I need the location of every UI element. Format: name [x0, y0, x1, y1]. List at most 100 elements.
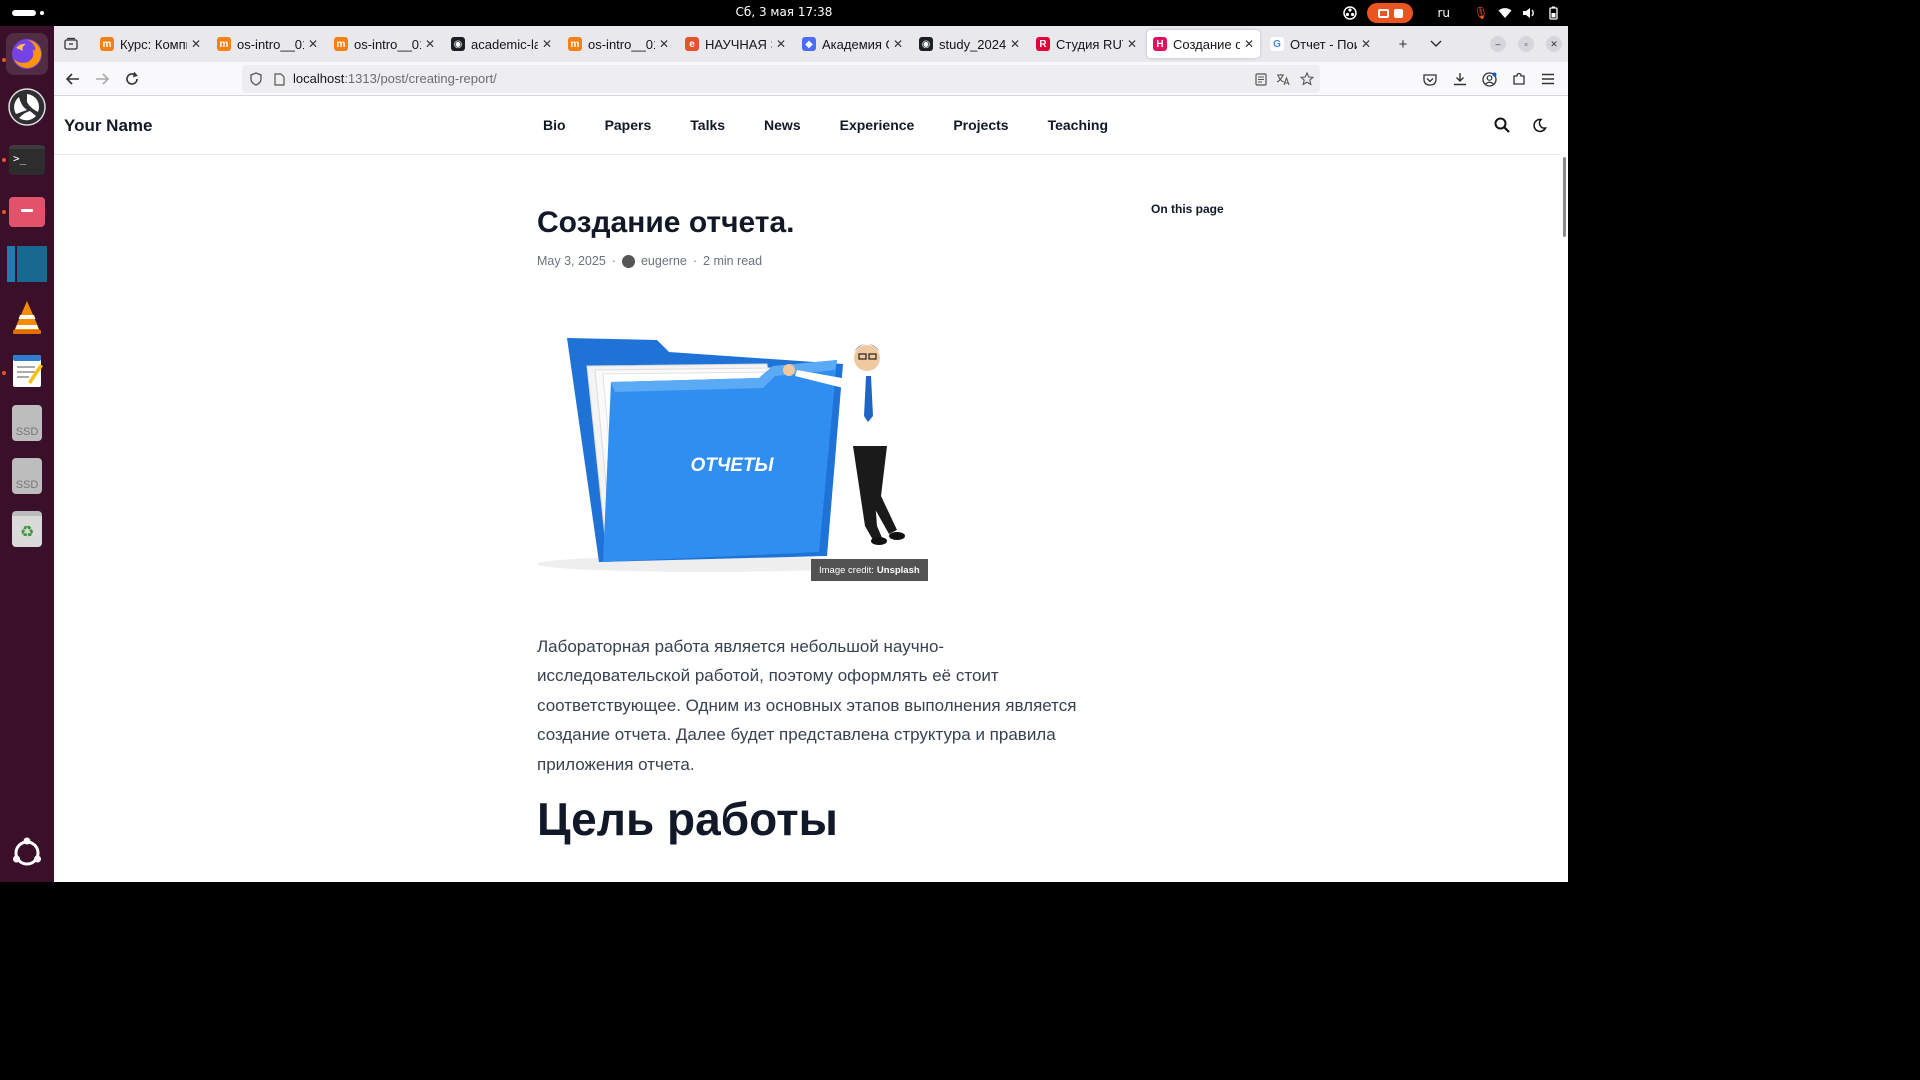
nav-link-papers[interactable]: Papers — [605, 117, 652, 133]
files-icon[interactable] — [6, 191, 48, 233]
app-menu-icon[interactable] — [1538, 69, 1558, 89]
reload-button[interactable] — [122, 69, 142, 89]
close-tab-icon[interactable]: ✕ — [893, 37, 903, 51]
browser-tab[interactable]: m Курс: Компь ✕ — [94, 30, 207, 58]
tab-strip: m Курс: Компь ✕ m os-intro__01. ✕ m os-intro__0… — [54, 26, 1568, 62]
post-meta: May 3, 2025 · eugerne · 2 min read — [537, 254, 762, 268]
page-info-icon[interactable] — [272, 72, 286, 86]
screen-recording-indicator[interactable] — [1367, 3, 1414, 23]
obs-tray-icon[interactable] — [1343, 6, 1358, 20]
running-indicator — [2, 371, 6, 375]
system-clock[interactable]: Сб, 3 мая 17:38 — [0, 5, 1568, 19]
forward-button[interactable] — [92, 69, 112, 89]
close-window-button[interactable]: ✕ — [1546, 36, 1562, 52]
close-tab-icon[interactable]: ✕ — [659, 37, 669, 51]
bookmark-star-icon[interactable] — [1300, 72, 1314, 86]
close-tab-icon[interactable]: ✕ — [776, 37, 786, 51]
list-all-tabs-button[interactable] — [1426, 34, 1446, 54]
ssd-drive-icon[interactable]: SSD — [6, 402, 48, 444]
downloads-icon[interactable] — [1450, 69, 1470, 89]
dark-mode-toggle-icon[interactable] — [1530, 116, 1548, 134]
post-paragraph: Лабораторная работа является небольшой н… — [537, 637, 1077, 774]
image-credit-link[interactable]: Unsplash — [877, 565, 920, 576]
volume-icon[interactable] — [1522, 6, 1536, 20]
image-credit: Image credit: Unsplash — [811, 559, 928, 581]
browser-tab[interactable]: ◉ study_2024-2 ✕ — [913, 30, 1026, 58]
search-icon[interactable] — [1493, 116, 1511, 134]
extensions-icon[interactable] — [1509, 69, 1529, 89]
firefox-window: m Курс: Компь ✕ m os-intro__01. ✕ m os-intro__0… — [54, 26, 1568, 882]
browser-tab[interactable]: ◆ Академия Go ✕ — [796, 30, 909, 58]
reader-view-icon[interactable] — [1254, 72, 1268, 86]
vlc-icon[interactable] — [6, 296, 48, 338]
post-author[interactable]: eugerne — [641, 254, 687, 268]
show-apps-icon[interactable] — [6, 832, 48, 874]
address-bar[interactable]: localhost:1313/post/creating-report/ — [242, 65, 1320, 93]
tab-title: os-intro__01. — [588, 36, 655, 52]
vscode-icon[interactable] — [6, 243, 48, 285]
url-text[interactable]: localhost:1313/post/creating-report/ — [293, 71, 497, 86]
github-favicon-icon: ◉ — [919, 37, 933, 51]
tab-title: Отчет - Поис — [1290, 36, 1357, 52]
tab-title: study_2024-2 — [939, 36, 1006, 52]
account-icon[interactable] — [1479, 69, 1499, 89]
browser-tab[interactable]: G Отчет - Поис ✕ — [1264, 30, 1377, 58]
moodle-favicon-icon: m — [334, 37, 348, 51]
terminal-icon[interactable]: >_ — [6, 139, 48, 181]
microphone-icon[interactable]: 🎙 — [1473, 6, 1488, 20]
close-tab-icon[interactable]: ✕ — [1244, 37, 1254, 51]
firefox-icon[interactable] — [6, 33, 48, 75]
close-tab-icon[interactable]: ✕ — [1010, 37, 1020, 51]
scrollbar-thumb[interactable] — [1563, 157, 1566, 237]
close-tab-icon[interactable]: ✕ — [1127, 37, 1137, 51]
new-tab-button[interactable]: + — [1393, 34, 1413, 54]
obs-icon[interactable] — [6, 86, 48, 128]
browser-tab[interactable]: e НАУЧНАЯ ЭЛ ✕ — [679, 30, 792, 58]
tab-title: Создание от — [1173, 36, 1240, 52]
tab-title: Курс: Компь — [120, 36, 187, 52]
system-tray: ru 🎙 — [1343, 3, 1560, 23]
nav-link-experience[interactable]: Experience — [840, 117, 915, 133]
nav-link-projects[interactable]: Projects — [953, 117, 1008, 133]
pocket-icon[interactable] — [1420, 69, 1440, 89]
battery-icon[interactable] — [1546, 6, 1560, 20]
keyboard-layout-indicator[interactable]: ru — [1437, 6, 1450, 20]
post-title: Создание отчета. — [537, 206, 795, 239]
restore-button[interactable]: ▫ — [1518, 36, 1534, 52]
tab-title: Академия Go — [822, 36, 889, 52]
back-button[interactable] — [63, 69, 83, 89]
firefox-view-icon[interactable] — [61, 34, 81, 54]
minimize-button[interactable]: – — [1490, 36, 1506, 52]
section-heading: Цель работы — [537, 793, 838, 845]
shield-icon[interactable] — [249, 72, 263, 86]
browser-tab[interactable]: m os-intro__01. ✕ — [562, 30, 675, 58]
browser-tab[interactable]: m os-intro__01. ✕ — [211, 30, 324, 58]
wifi-icon[interactable] — [1498, 6, 1512, 20]
github-favicon-icon: ◉ — [451, 37, 465, 51]
site-brand[interactable]: Your Name — [64, 116, 153, 136]
nav-link-bio[interactable]: Bio — [543, 117, 566, 133]
page-scrollbar[interactable] — [1560, 155, 1568, 882]
browser-tab[interactable]: R Студия RUTU ✕ — [1030, 30, 1143, 58]
moodle-favicon-icon: m — [217, 37, 231, 51]
close-tab-icon[interactable]: ✕ — [542, 37, 552, 51]
running-indicator — [2, 158, 6, 162]
browser-tab[interactable]: H Создание от ✕ — [1147, 30, 1260, 58]
browser-tab[interactable]: m os-intro__01. ✕ — [328, 30, 441, 58]
nav-link-news[interactable]: News — [764, 117, 801, 133]
moodle-favicon-icon: m — [568, 37, 582, 51]
tab-title: НАУЧНАЯ ЭЛ — [705, 36, 772, 52]
nav-link-teaching[interactable]: Teaching — [1048, 117, 1108, 133]
nav-link-talks[interactable]: Talks — [690, 117, 725, 133]
rutube-favicon-icon: R — [1036, 37, 1050, 51]
close-tab-icon[interactable]: ✕ — [1361, 37, 1371, 51]
close-tab-icon[interactable]: ✕ — [308, 37, 318, 51]
close-tab-icon[interactable]: ✕ — [425, 37, 435, 51]
close-tab-icon[interactable]: ✕ — [191, 37, 201, 51]
text-editor-icon[interactable] — [6, 349, 48, 391]
tab-title: Студия RUTU — [1056, 36, 1123, 52]
browser-tab[interactable]: ◉ academic-lab ✕ — [445, 30, 558, 58]
trash-icon[interactable]: ♻ — [6, 508, 48, 550]
ssd-drive-icon[interactable]: SSD — [6, 455, 48, 497]
translate-icon[interactable] — [1276, 72, 1290, 86]
